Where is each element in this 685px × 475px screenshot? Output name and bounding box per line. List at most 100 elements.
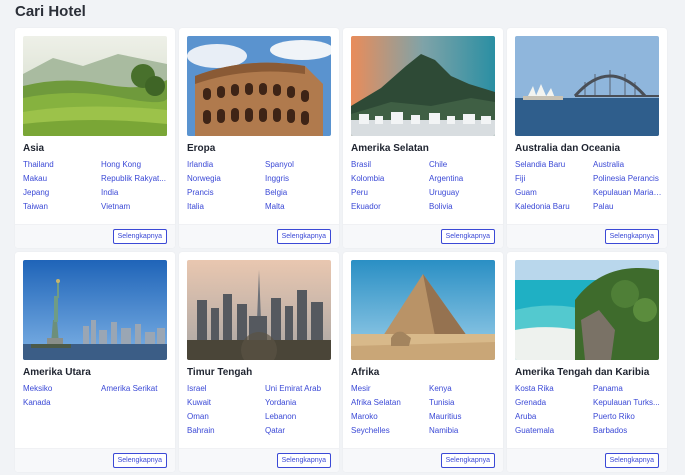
destination-link[interactable]: Prancis	[187, 188, 257, 198]
destination-link[interactable]: Jepang	[23, 188, 93, 198]
destination-link[interactable]: Palau	[593, 202, 663, 212]
destination-link[interactable]: India	[101, 188, 171, 198]
destination-link[interactable]: Kuwait	[187, 398, 257, 408]
destination-link[interactable]: Guatemala	[515, 426, 585, 436]
destination-link[interactable]: Maroko	[351, 412, 421, 422]
destination-link[interactable]: Norwegia	[187, 174, 257, 184]
destination-link[interactable]: Australia	[593, 160, 663, 170]
destination-link[interactable]: Mauritius	[429, 412, 499, 422]
destination-link[interactable]: Kanada	[23, 398, 93, 408]
see-more-button[interactable]: Selengkapnya	[604, 229, 659, 244]
region-title: Amerika Utara	[23, 367, 91, 378]
see-more-button[interactable]: Selengkapnya	[276, 229, 331, 244]
destination-link[interactable]: Chile	[429, 160, 499, 170]
destination-link[interactable]: Qatar	[265, 426, 335, 436]
destination-link[interactable]: Bahrain	[187, 426, 257, 436]
destination-link[interactable]: Thailand	[23, 160, 93, 170]
destination-link[interactable]: Aruba	[515, 412, 585, 422]
destination-link[interactable]: Polinesia Perancis	[593, 174, 663, 184]
card-footer: Selengkapnya	[179, 448, 339, 472]
region-card-eropa: Eropa Irlandia Spanyol Norwegia Inggris …	[179, 28, 339, 248]
destination-link[interactable]: Afrika Selatan	[351, 398, 421, 408]
card-footer: Selengkapnya	[507, 448, 667, 472]
region-card-asia: Asia Thailand Hong Kong Makau Republik R…	[15, 28, 175, 248]
destination-link[interactable]: Namibia	[429, 426, 499, 436]
destination-link[interactable]: Bolivia	[429, 202, 499, 212]
destination-link[interactable]: Meksiko	[23, 384, 93, 394]
destination-link[interactable]: Makau	[23, 174, 93, 184]
destination-link[interactable]: Fiji	[515, 174, 585, 184]
statue-of-liberty-photo[interactable]	[23, 260, 167, 360]
rio-sugarloaf-photo[interactable]	[351, 36, 495, 136]
region-title: Asia	[23, 143, 45, 154]
destination-link[interactable]: Mesir	[351, 384, 421, 394]
region-title: Amerika Selatan	[351, 143, 429, 154]
card-footer: Selengkapnya	[179, 224, 339, 248]
region-card-australia-oceania: Australia dan Oceania Selandia Baru Aust…	[507, 28, 667, 248]
destination-link[interactable]: Spanyol	[265, 160, 335, 170]
destination-link[interactable]: Uruguay	[429, 188, 499, 198]
see-more-button[interactable]: Selengkapnya	[604, 453, 659, 468]
destination-link[interactable]: Republik Rakyat...	[101, 174, 171, 184]
destination-link[interactable]: Oman	[187, 412, 257, 422]
destination-link[interactable]: Kaledonia Baru	[515, 202, 585, 212]
see-more-button[interactable]: Selengkapnya	[440, 453, 495, 468]
destination-link[interactable]: Peru	[351, 188, 421, 198]
destination-link[interactable]: Amerika Serikat	[101, 384, 171, 394]
region-title: Afrika	[351, 367, 380, 378]
card-footer: Selengkapnya	[15, 224, 175, 248]
destination-link[interactable]: Selandia Baru	[515, 160, 585, 170]
card-footer: Selengkapnya	[15, 448, 175, 472]
destination-link[interactable]: Hong Kong	[101, 160, 171, 170]
card-footer: Selengkapnya	[507, 224, 667, 248]
destination-link[interactable]: Kepulauan Turks...	[593, 398, 663, 408]
destination-link[interactable]: Israel	[187, 384, 257, 394]
see-more-button[interactable]: Selengkapnya	[440, 229, 495, 244]
see-more-button[interactable]: Selengkapnya	[112, 453, 167, 468]
destination-link[interactable]: Brasil	[351, 160, 421, 170]
colosseum-photo[interactable]	[187, 36, 331, 136]
region-title: Eropa	[187, 143, 216, 154]
destination-link[interactable]: Inggris	[265, 174, 335, 184]
destination-link[interactable]: Malta	[265, 202, 335, 212]
destination-link[interactable]: Panama	[593, 384, 663, 394]
destination-link[interactable]: Kenya	[429, 384, 499, 394]
pyramids-photo[interactable]	[351, 260, 495, 360]
region-card-timur-tengah: Timur Tengah Israel Uni Emirat Arab Kuwa…	[179, 252, 339, 472]
region-card-amerika-selatan: Amerika Selatan Brasil Chile Kolombia Ar…	[343, 28, 503, 248]
region-title: Australia dan Oceania	[515, 143, 621, 154]
destination-link[interactable]: Vietnam	[101, 202, 171, 212]
region-title: Amerika Tengah dan Karibia	[515, 367, 650, 378]
destination-link[interactable]: Kepulauan Marian...	[593, 188, 663, 198]
destination-link[interactable]: Guam	[515, 188, 585, 198]
destination-link[interactable]: Barbados	[593, 426, 663, 436]
dubai-skyline-photo[interactable]	[187, 260, 331, 360]
destination-link[interactable]: Taiwan	[23, 202, 93, 212]
page-title: Cari Hotel	[15, 3, 86, 20]
see-more-button[interactable]: Selengkapnya	[112, 229, 167, 244]
destination-link[interactable]: Belgia	[265, 188, 335, 198]
region-card-afrika: Afrika Mesir Kenya Afrika Selatan Tunisi…	[343, 252, 503, 472]
destination-link[interactable]: Argentina	[429, 174, 499, 184]
destination-link[interactable]: Irlandia	[187, 160, 257, 170]
destination-link[interactable]: Kosta Rika	[515, 384, 585, 394]
card-footer: Selengkapnya	[343, 224, 503, 248]
destination-link[interactable]: Kolombia	[351, 174, 421, 184]
destination-link[interactable]: Grenada	[515, 398, 585, 408]
region-card-amerika-utara: Amerika Utara Meksiko Amerika Serikat Ka…	[15, 252, 175, 472]
destination-link[interactable]: Tunisia	[429, 398, 499, 408]
card-footer: Selengkapnya	[343, 448, 503, 472]
caribbean-beach-photo[interactable]	[515, 260, 659, 360]
destination-link[interactable]: Seychelles	[351, 426, 421, 436]
destination-link[interactable]: Yordania	[265, 398, 335, 408]
sydney-harbour-photo[interactable]	[515, 36, 659, 136]
destination-link[interactable]: Ekuador	[351, 202, 421, 212]
region-card-amerika-tengah-karibia: Amerika Tengah dan Karibia Kosta Rika Pa…	[507, 252, 667, 472]
see-more-button[interactable]: Selengkapnya	[276, 453, 331, 468]
rice-terraces-photo[interactable]	[23, 36, 167, 136]
destination-link[interactable]: Italia	[187, 202, 257, 212]
destination-link[interactable]: Puerto Riko	[593, 412, 663, 422]
destination-link[interactable]: Uni Emirat Arab	[265, 384, 335, 394]
region-title: Timur Tengah	[187, 367, 253, 378]
destination-link[interactable]: Lebanon	[265, 412, 335, 422]
